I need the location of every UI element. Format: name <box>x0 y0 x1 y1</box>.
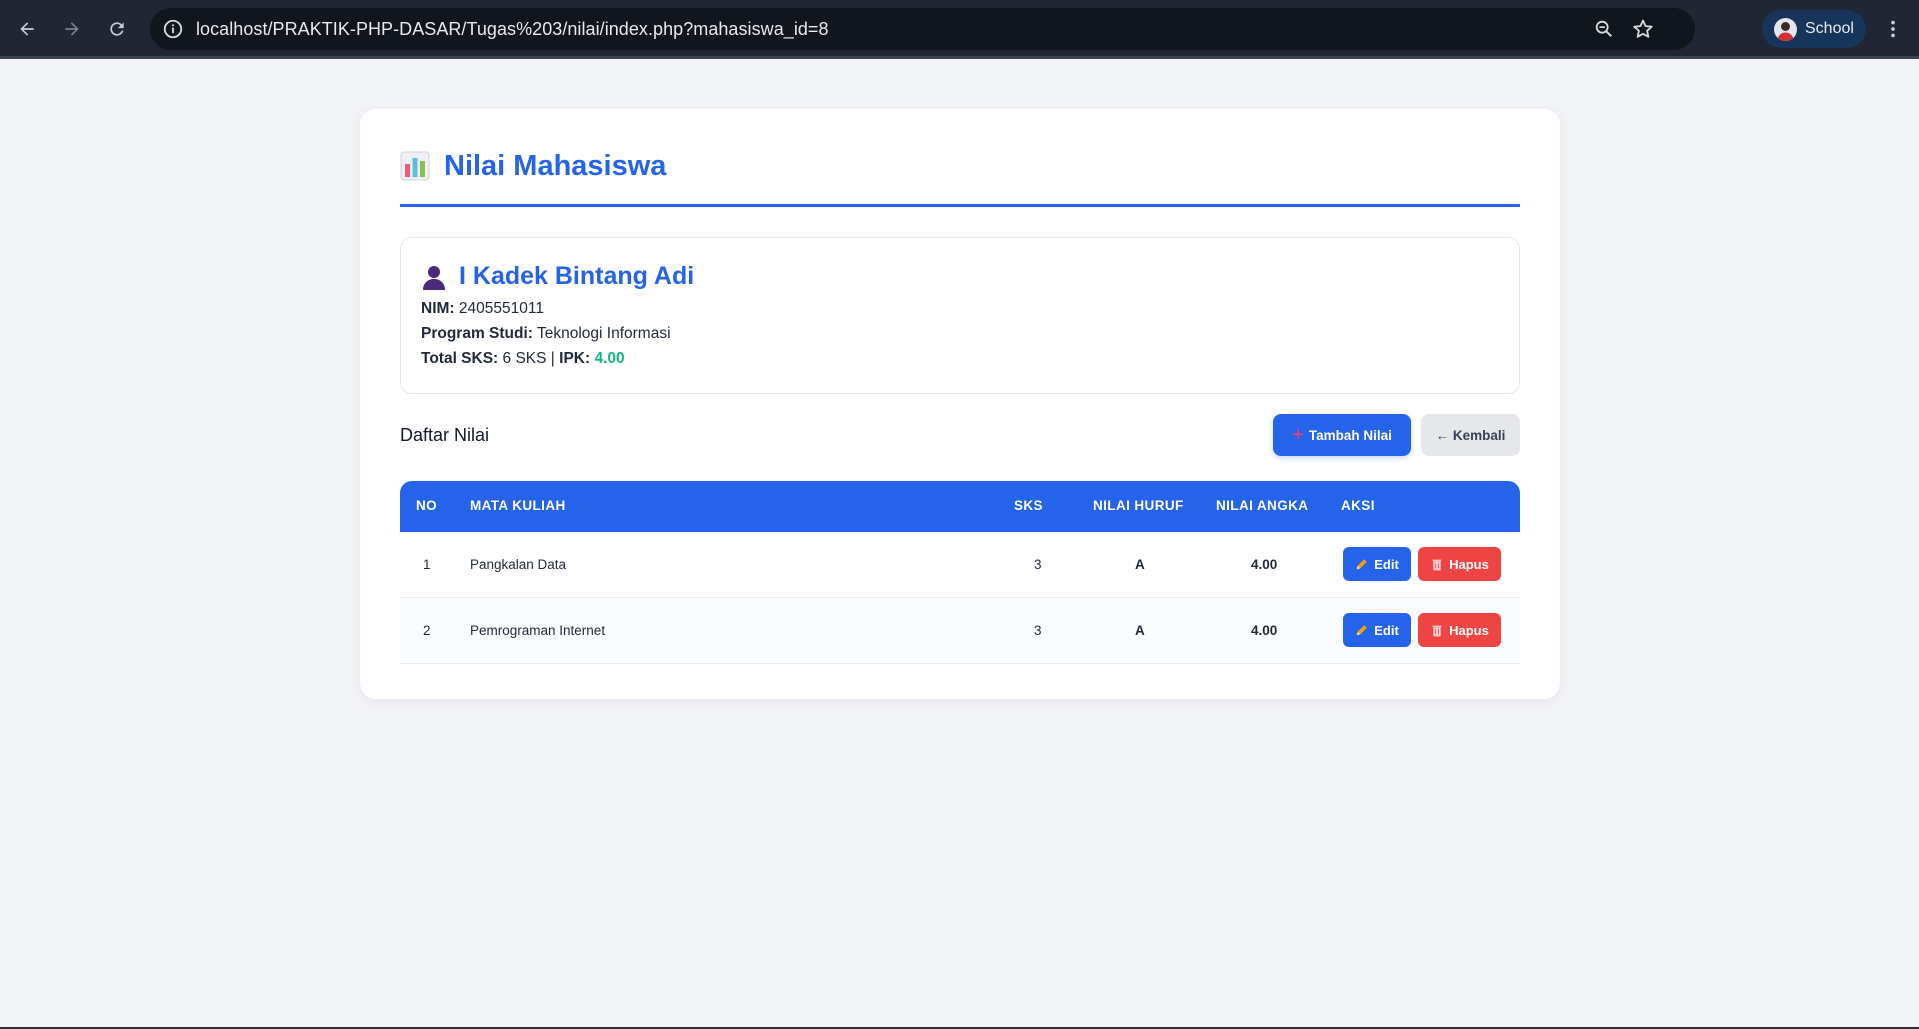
header-no: NO <box>416 498 438 513</box>
delete-button[interactable]: Hapus <box>1418 613 1501 647</box>
nim-label: NIM: <box>421 300 455 317</box>
cell-sks: 3 <box>1034 623 1042 638</box>
reload-button[interactable] <box>100 12 134 46</box>
cell-nilai-huruf: A <box>1135 557 1145 572</box>
edit-button[interactable]: Edit <box>1343 613 1411 647</box>
pencil-icon <box>1356 559 1368 570</box>
table-row: 2 Pemrograman Internet 3 A 4.00 Edit Hap… <box>400 598 1520 664</box>
total-sks-label: Total SKS: <box>421 350 499 367</box>
add-nilai-button[interactable]: + Tambah Nilai <box>1273 414 1411 456</box>
add-nilai-label: Tambah Nilai <box>1308 427 1392 443</box>
reload-icon <box>110 22 124 36</box>
site-info-icon[interactable] <box>162 18 184 40</box>
header-nilai-angka: NILAI ANGKA <box>1216 498 1309 513</box>
student-name-row: I Kadek Bintang Adi <box>421 262 694 291</box>
cell-nilai-angka: 4.00 <box>1251 623 1278 638</box>
arrow-left-icon <box>20 22 34 36</box>
ipk-label: IPK: <box>559 350 591 367</box>
grades-table: NO MATA KULIAH SKS NILAI HURUF NILAI ANG… <box>400 481 1520 664</box>
header-mata-kuliah: MATA KULIAH <box>470 498 566 513</box>
edit-label: Edit <box>1374 556 1399 572</box>
cell-sks: 3 <box>1034 557 1042 572</box>
sks-ipk-line: Total SKS: 6 SKS | IPK: 4.00 <box>421 350 625 368</box>
trash-icon <box>1432 625 1442 637</box>
student-info-box: I Kadek Bintang Adi NIM: 2405551011 Prog… <box>400 237 1520 394</box>
hapus-label: Hapus <box>1449 556 1489 572</box>
cell-no: 2 <box>423 623 431 638</box>
total-sks-value: 6 SKS <box>502 350 547 367</box>
bar-chart-icon <box>400 151 430 181</box>
nim-value: 2405551011 <box>458 300 544 317</box>
page-header: Nilai Mahasiswa <box>400 149 1520 207</box>
url-text[interactable]: localhost/PRAKTIK-PHP-DASAR/Tugas%203/ni… <box>196 19 829 40</box>
cell-nilai-angka: 4.00 <box>1251 557 1278 572</box>
edit-button[interactable]: Edit <box>1343 547 1411 581</box>
plus-icon: + <box>1292 424 1304 446</box>
table-header: NO MATA KULIAH SKS NILAI HURUF NILAI ANG… <box>400 481 1520 532</box>
zoom-icon[interactable] <box>1593 18 1615 40</box>
address-bar[interactable]: localhost/PRAKTIK-PHP-DASAR/Tugas%203/ni… <box>150 8 1695 50</box>
header-aksi: AKSI <box>1341 498 1375 513</box>
header-sks: SKS <box>1014 498 1043 513</box>
browser-toolbar: localhost/PRAKTIK-PHP-DASAR/Tugas%203/ni… <box>0 0 1919 59</box>
prodi-value: Teknologi Informasi <box>536 325 671 342</box>
main-card: Nilai Mahasiswa I Kadek Bintang Adi NIM:… <box>360 109 1560 699</box>
back-button[interactable] <box>10 12 44 46</box>
back-link-button[interactable]: ← Kembali <box>1421 414 1520 456</box>
forward-button[interactable] <box>55 12 89 46</box>
edit-label: Edit <box>1374 622 1399 638</box>
table-row: 1 Pangkalan Data 3 A 4.00 Edit Hapus <box>400 532 1520 598</box>
separator: | <box>550 350 555 367</box>
trash-icon <box>1432 559 1442 571</box>
arrow-right-icon <box>65 22 79 36</box>
prodi-line: Program Studi: Teknologi Informasi <box>421 325 671 343</box>
hapus-label: Hapus <box>1449 622 1489 638</box>
prodi-label: Program Studi: <box>421 325 533 342</box>
back-label: ← Kembali <box>1435 427 1506 443</box>
cell-no: 1 <box>423 557 431 572</box>
pencil-icon <box>1356 625 1368 636</box>
avatar <box>1774 18 1797 41</box>
delete-button[interactable]: Hapus <box>1418 547 1501 581</box>
cell-mata-kuliah: Pangkalan Data <box>470 557 567 572</box>
cell-mata-kuliah: Pemrograman Internet <box>470 623 606 638</box>
list-title: Daftar Nilai <box>400 425 490 445</box>
header-nilai-huruf: NILAI HURUF <box>1093 498 1184 513</box>
page-title: Nilai Mahasiswa <box>444 150 667 182</box>
student-name: I Kadek Bintang Adi <box>459 262 695 290</box>
profile-button[interactable]: School <box>1762 10 1866 48</box>
more-vert-icon <box>1891 20 1895 38</box>
nim-line: NIM: 2405551011 <box>421 300 544 318</box>
cell-nilai-huruf: A <box>1135 623 1145 638</box>
profile-label: School <box>1805 20 1854 37</box>
ipk-value: 4.00 <box>594 350 625 367</box>
bookmark-star-icon[interactable] <box>1631 17 1655 41</box>
person-icon <box>423 265 445 290</box>
browser-menu-button[interactable] <box>1876 12 1910 46</box>
